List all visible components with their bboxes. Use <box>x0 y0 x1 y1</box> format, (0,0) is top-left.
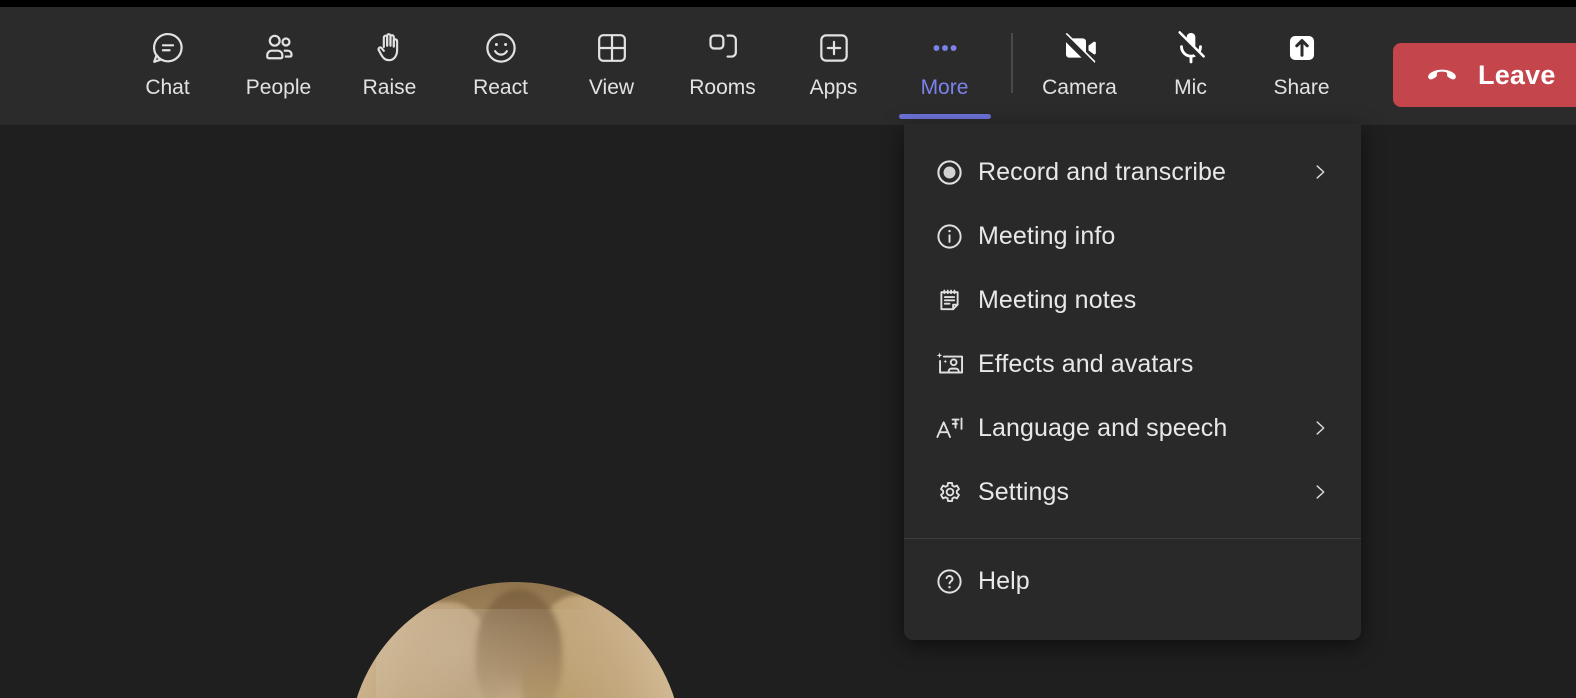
toolbar-label-people: People <box>245 76 312 99</box>
view-grid-icon <box>593 29 631 67</box>
menu-item-record-and-transcribe[interactable]: Record and transcribe <box>904 140 1361 204</box>
meeting-window: Chat People Raise React View Rooms Apps … <box>0 0 1576 698</box>
chat-icon <box>149 29 187 67</box>
record-circle-icon <box>934 157 978 188</box>
menu-label-help: Help <box>978 566 1030 595</box>
camera-off-icon <box>1060 29 1100 67</box>
menu-item-effects-and-avatars[interactable]: Effects and avatars <box>904 332 1361 396</box>
menu-label-meeting-info: Meeting info <box>978 221 1116 250</box>
gear-settings-icon <box>934 476 978 508</box>
menu-item-meeting-notes[interactable]: Meeting notes <box>904 268 1361 332</box>
toolbar-button-chat[interactable]: Chat <box>112 7 223 119</box>
menu-label-effects-and-avatars: Effects and avatars <box>978 349 1194 378</box>
leave-button-label: Leave <box>1478 59 1556 90</box>
menu-item-language-and-speech[interactable]: Language and speech <box>904 396 1361 460</box>
toolbar-button-more[interactable]: More <box>889 7 1000 119</box>
chevron-right-icon <box>1307 481 1333 503</box>
menu-divider <box>904 538 1361 539</box>
avatar-highlight <box>375 608 656 698</box>
toolbar-button-raise[interactable]: Raise <box>334 7 445 119</box>
toolbar-label-view: View <box>588 76 635 99</box>
window-top-strip <box>0 0 1576 7</box>
help-question-icon <box>934 566 978 597</box>
toolbar-button-apps[interactable]: Apps <box>778 7 889 119</box>
menu-label-language-and-speech: Language and speech <box>978 413 1228 442</box>
toolbar-button-rooms[interactable]: Rooms <box>667 7 778 119</box>
more-ellipsis-icon <box>926 29 964 67</box>
menu-item-settings[interactable]: Settings <box>904 460 1361 524</box>
toolbar-label-more: More <box>920 76 969 99</box>
toolbar-button-share[interactable]: Share <box>1246 7 1357 119</box>
toolbar-label-raise: Raise <box>362 76 417 99</box>
menu-item-help[interactable]: Help <box>904 549 1361 613</box>
more-menu-dropdown: Record and transcribe Meeting info Meeti… <box>904 124 1361 640</box>
menu-item-meeting-info[interactable]: Meeting info <box>904 204 1361 268</box>
notes-page-icon <box>934 285 978 316</box>
chevron-right-icon <box>1307 417 1333 439</box>
toolbar-button-view[interactable]: View <box>556 7 667 119</box>
mic-off-icon <box>1171 29 1211 67</box>
translate-language-icon <box>934 413 978 444</box>
active-tab-indicator <box>898 114 991 119</box>
hang-up-phone-icon <box>1424 57 1460 93</box>
toolbar-button-react[interactable]: React <box>445 7 556 119</box>
share-screen-icon <box>1283 29 1321 67</box>
leave-meeting-button[interactable]: Leave <box>1393 43 1576 107</box>
toolbar-label-share: Share <box>1273 76 1330 99</box>
raise-hand-icon <box>371 29 409 67</box>
participant-avatar <box>349 582 682 698</box>
chevron-right-icon <box>1307 161 1333 183</box>
effects-avatar-icon <box>934 348 978 381</box>
toolbar-label-apps: Apps <box>809 76 858 99</box>
people-icon <box>260 29 298 67</box>
toolbar-label-chat: Chat <box>145 76 190 99</box>
toolbar-label-react: React <box>473 76 528 99</box>
meeting-toolbar: Chat People Raise React View Rooms Apps … <box>0 7 1576 125</box>
menu-label-meeting-notes: Meeting notes <box>978 285 1137 314</box>
toolbar-label-rooms: Rooms <box>689 76 756 99</box>
toolbar-button-camera[interactable]: Camera <box>1024 7 1135 119</box>
react-smiley-icon <box>482 29 520 67</box>
toolbar-button-people[interactable]: People <box>223 7 334 119</box>
toolbar-divider <box>1011 33 1013 93</box>
toolbar-items-group: Chat People Raise React View Rooms Apps … <box>112 7 1357 125</box>
menu-label-record-and-transcribe: Record and transcribe <box>978 157 1227 186</box>
menu-label-settings: Settings <box>978 477 1070 506</box>
apps-plus-icon <box>815 29 853 67</box>
toolbar-label-camera: Camera <box>1042 76 1117 99</box>
toolbar-button-mic[interactable]: Mic <box>1135 7 1246 119</box>
info-circle-icon <box>934 221 978 252</box>
toolbar-label-mic: Mic <box>1174 76 1207 99</box>
breakout-rooms-icon <box>704 29 742 67</box>
